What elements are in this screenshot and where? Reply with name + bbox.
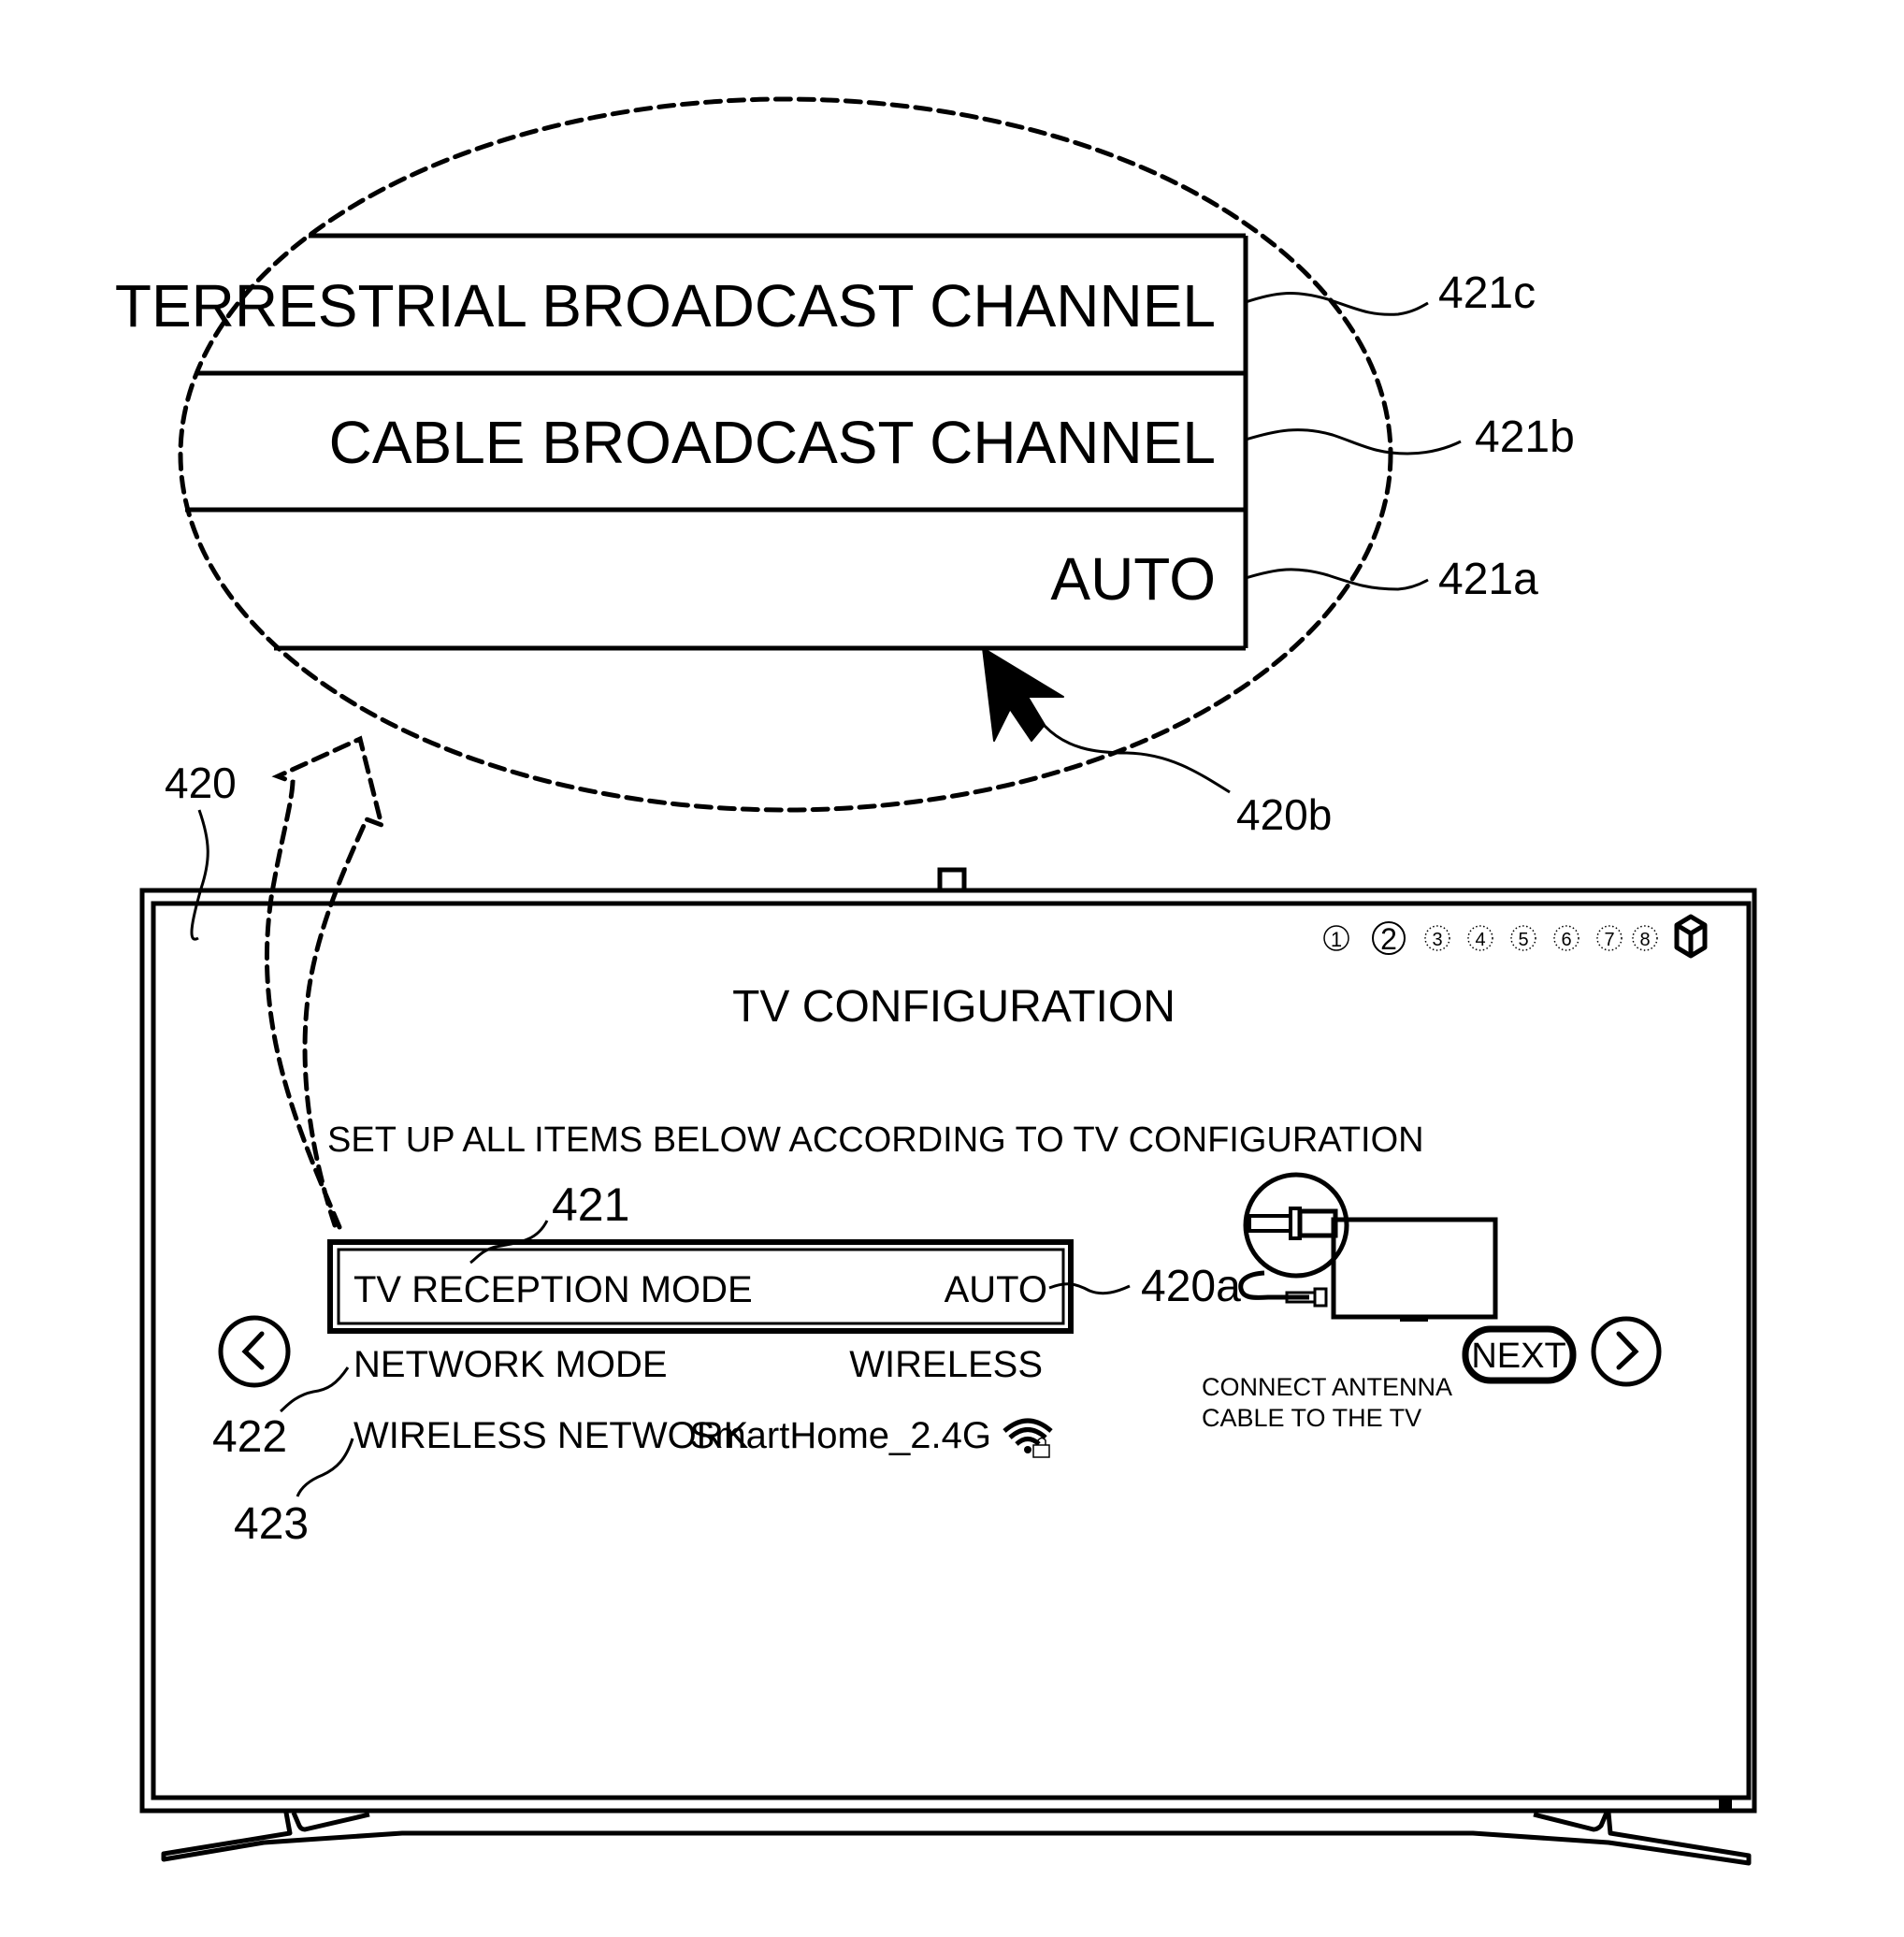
leader-420a	[1048, 1282, 1131, 1295]
option-label-cable: CABLE BROADCAST CHANNEL	[329, 409, 1216, 476]
leader-422	[280, 1366, 350, 1413]
next-button-label: NEXT	[1471, 1337, 1565, 1376]
next-arrow-button[interactable]	[1591, 1316, 1662, 1387]
tv-stand	[161, 1812, 1752, 1866]
tv-power-indicator	[1719, 1798, 1732, 1811]
tv-camera	[937, 867, 967, 893]
svg-text:8: 8	[1639, 930, 1650, 950]
ref-423: 423	[234, 1499, 309, 1549]
svg-text:7: 7	[1604, 930, 1614, 950]
ref-420a: 420a	[1141, 1262, 1241, 1311]
next-button[interactable]: NEXT	[1462, 1325, 1577, 1384]
ref-421c: 421c	[1438, 268, 1536, 318]
cable	[1248, 1214, 1292, 1233]
mouse-cursor-icon	[982, 647, 1064, 742]
antenna-illustration: CONNECT ANTENNA CABLE TO THE TV	[1202, 1172, 1498, 1432]
step-5[interactable]: 5	[1510, 925, 1536, 951]
svg-text:1: 1	[1331, 928, 1342, 951]
leader-423	[296, 1438, 354, 1497]
leader-420b	[1043, 724, 1231, 794]
set-top-box	[1331, 1217, 1498, 1320]
svg-text:5: 5	[1518, 930, 1528, 950]
leader-420	[190, 809, 209, 941]
setting-value: WIRELESS	[849, 1344, 1043, 1385]
option-label-terrestrial: TERRESTRIAL BROADCAST CHANNEL	[115, 272, 1216, 340]
option-label-auto: AUTO	[1050, 545, 1216, 613]
leader-421a	[1245, 568, 1429, 591]
setting-row-wireless-network[interactable]: WIRELESS NETWORK SmartHome_2.4G	[353, 1415, 1053, 1458]
cable-plug-collar	[1313, 1287, 1328, 1308]
step-4[interactable]: 4	[1467, 925, 1493, 951]
ref-421: 421	[552, 1178, 629, 1231]
wifi-locked-icon	[1002, 1418, 1053, 1458]
svg-text:6: 6	[1561, 930, 1571, 950]
hint-line-2: CABLE TO THE TV	[1202, 1404, 1421, 1432]
step-8[interactable]: 8	[1632, 925, 1658, 951]
step-2-current[interactable]: 2	[1372, 921, 1406, 956]
cube-icon	[1674, 914, 1708, 959]
ref-421b: 421b	[1475, 412, 1575, 462]
ref-422: 422	[212, 1412, 287, 1462]
setting-value-dropdown[interactable]: AUTO	[945, 1269, 1047, 1310]
ref-420b: 420b	[1236, 790, 1332, 839]
setting-value: SmartHome_2.4G	[690, 1415, 991, 1456]
zoom-callout: TERRESTRIAL BROADCAST CHANNEL CABLE BROA…	[115, 96, 1575, 839]
page-title: TV CONFIGURATION	[732, 982, 1176, 1032]
step-indicator: 1 2 3 4 5 6 7 8	[1323, 914, 1708, 959]
leader-421b	[1245, 428, 1462, 455]
step-1[interactable]: 1	[1323, 925, 1349, 951]
ref-420: 420	[165, 759, 237, 807]
prev-button[interactable]	[218, 1315, 291, 1388]
chevron-left-icon	[241, 1331, 265, 1370]
svg-text:3: 3	[1432, 930, 1442, 950]
patent-figure: TERRESTRIAL BROADCAST CHANNEL CABLE BROA…	[115, 96, 1757, 1866]
setting-row-network-mode[interactable]: NETWORK MODE WIRELESS	[353, 1344, 1043, 1385]
step-7[interactable]: 7	[1596, 925, 1623, 951]
step-3[interactable]: 3	[1424, 925, 1450, 951]
svg-text:4: 4	[1475, 930, 1485, 950]
instruction-text: SET UP ALL ITEMS BELOW ACCORDING TO TV C…	[327, 1120, 1424, 1160]
svg-text:2: 2	[1380, 922, 1397, 956]
dropdown-list: TERRESTRIAL BROADCAST CHANNEL CABLE BROA…	[115, 233, 1248, 651]
chevron-right-icon	[1616, 1331, 1639, 1370]
plug-head	[1297, 1208, 1338, 1238]
setting-label: NETWORK MODE	[353, 1344, 668, 1385]
setting-label: TV RECEPTION MODE	[353, 1269, 753, 1310]
hint-line-1: CONNECT ANTENNA	[1202, 1373, 1452, 1401]
setting-row-tv-reception-mode[interactable]: TV RECEPTION MODE AUTO	[327, 1239, 1074, 1334]
ref-421a: 421a	[1438, 555, 1538, 604]
step-6[interactable]: 6	[1553, 925, 1579, 951]
